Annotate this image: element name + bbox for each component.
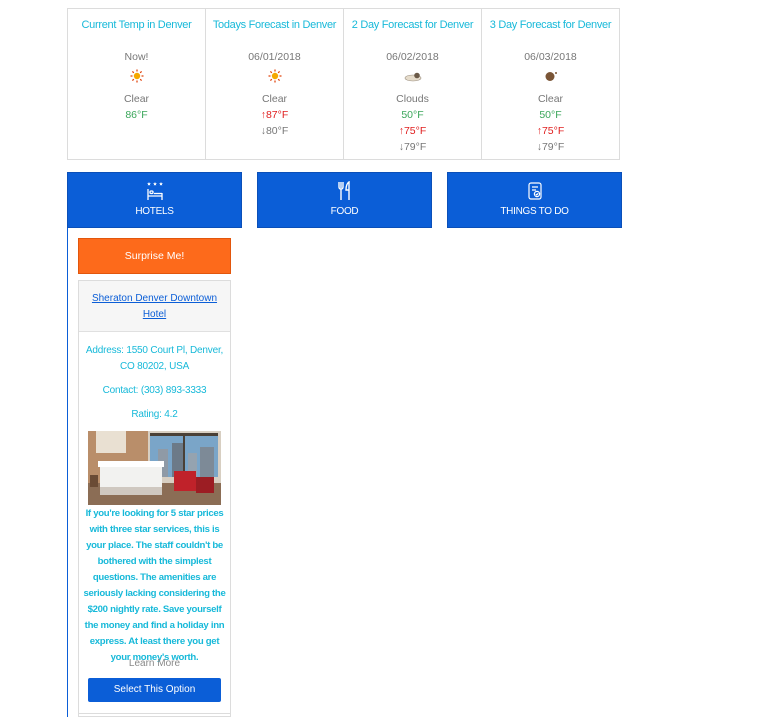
sun-icon: [130, 69, 143, 83]
weather-day3: 3 Day Forecast for Denver 06/03/2018 Cle…: [482, 9, 619, 159]
weather-high-value: ↑87°F: [260, 109, 289, 121]
weather-high: ↑75°F: [398, 125, 427, 137]
weather-today: Todays Forecast in Denver 06/01/2018 Cle…: [206, 9, 344, 159]
weather-date: 06/02/2018: [386, 51, 439, 63]
weather-title: Current Temp in Denver: [81, 19, 192, 31]
hotel-card-header: Sheraton Denver Downtown Hotel: [79, 281, 230, 332]
weather-condition: Clear: [261, 93, 288, 105]
tab-food[interactable]: FOOD: [257, 172, 432, 228]
sun-icon: [268, 69, 281, 83]
weather-title: 2 Day Forecast for Denver: [351, 19, 474, 31]
learn-more-link[interactable]: Learn More: [79, 658, 230, 669]
weather-low: ↓80°F: [260, 125, 289, 137]
surprise-me-button[interactable]: Surprise Me!: [78, 238, 231, 274]
weather-date: 06/03/2018: [524, 51, 577, 63]
hotel-address: Address: 1550 Court Pl, Denver, CO 80202…: [85, 345, 224, 372]
weather-date: 06/01/2018: [248, 51, 301, 63]
weather-day2: 2 Day Forecast for Denver 06/02/2018 Clo…: [344, 9, 482, 159]
weather-condition: Clear: [123, 93, 150, 105]
weather-temp: 86°F: [125, 109, 148, 121]
tab-things-to-do[interactable]: THINGS TO DO: [447, 172, 622, 228]
select-option-button[interactable]: Select This Option: [88, 678, 221, 702]
weather-condition: Clouds: [396, 93, 429, 105]
hotel-bed-icon: [146, 182, 163, 200]
checklist-icon: [527, 182, 542, 200]
next-hotel-card: [78, 713, 231, 718]
moon-icon: [545, 72, 557, 81]
weather-low: ↓79°F: [536, 141, 565, 153]
tab-hotels[interactable]: HOTELS: [67, 172, 242, 228]
weather-title: Todays Forecast in Denver: [212, 19, 337, 31]
tab-label: HOTELS: [135, 206, 174, 217]
hotel-rating: Rating: 4.2: [131, 409, 178, 420]
weather-low: ↓79°F: [398, 141, 427, 153]
hotel-card: Sheraton Denver Downtown Hotel Address: …: [78, 280, 231, 717]
weather-high: ↑87°F: [206, 109, 343, 121]
weather-temp: 50°F: [401, 109, 424, 121]
tab-label: FOOD: [330, 206, 359, 217]
weather-condition: Clear: [537, 93, 564, 105]
weather-high: ↑75°F: [536, 125, 565, 137]
weather-temp: 50°F: [539, 109, 562, 121]
hotel-name-link[interactable]: Sheraton Denver Downtown Hotel: [89, 291, 220, 323]
tab-label: THINGS TO DO: [500, 206, 569, 217]
weather-date: Now!: [124, 51, 149, 63]
hotel-review: If you're looking for 5 star prices with…: [83, 508, 226, 663]
hotel-room-photo: [88, 431, 221, 505]
fork-knife-icon: [337, 181, 350, 200]
hotel-contact: Contact: (303) 893-3333: [102, 385, 207, 396]
weather-title: 3 Day Forecast for Denver: [489, 19, 612, 31]
weather-panel: Current Temp in Denver Now! Clear 86°F T…: [67, 8, 620, 160]
weather-current: Current Temp in Denver Now! Clear 86°F: [68, 9, 206, 159]
cloud-icon: [404, 72, 421, 82]
